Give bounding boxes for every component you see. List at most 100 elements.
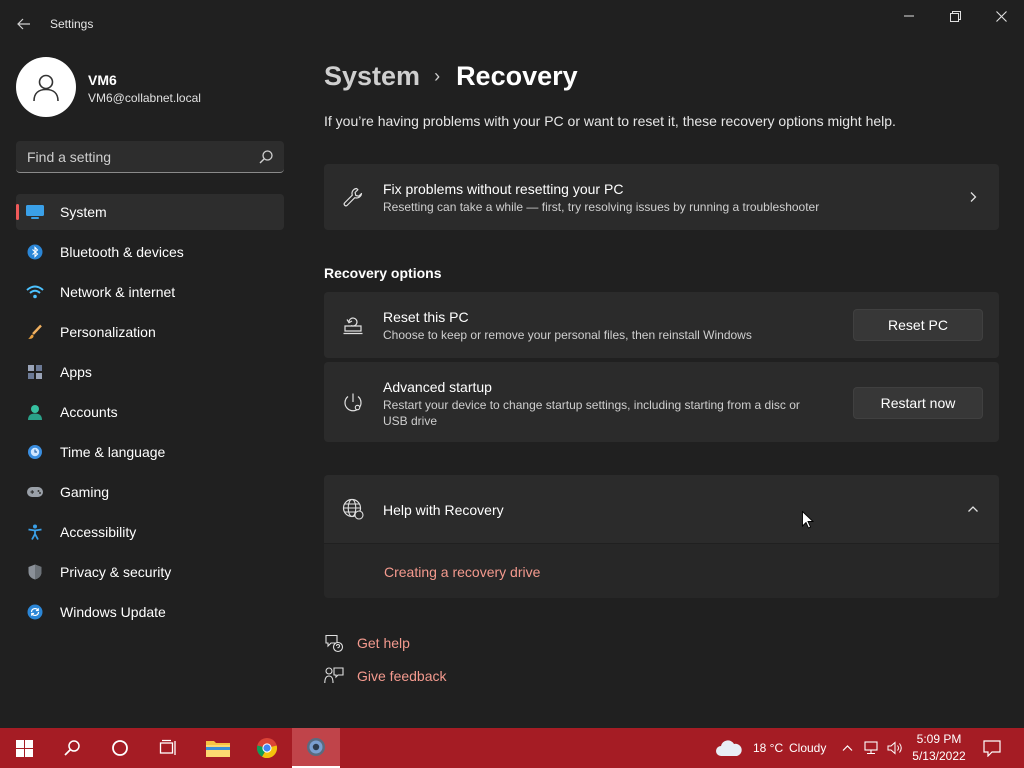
sidebar-item-label: Network & internet xyxy=(60,284,176,300)
back-arrow-icon xyxy=(17,18,30,30)
sidebar-item-network[interactable]: Network & internet xyxy=(16,274,284,310)
sidebar-item-accounts[interactable]: Accounts xyxy=(16,394,284,430)
help-with-recovery-header[interactable]: Help with Recovery xyxy=(324,475,999,543)
clock-globe-icon xyxy=(26,444,44,460)
brush-icon xyxy=(26,324,44,340)
creating-recovery-drive-link[interactable]: Creating a recovery drive xyxy=(384,564,540,580)
shield-icon xyxy=(26,564,44,580)
cloud-icon xyxy=(716,740,742,756)
breadcrumb: System › Recovery xyxy=(324,58,578,94)
page-description: If you’re having problems with your PC o… xyxy=(324,113,896,129)
profile-email: VM6@collabnet.local xyxy=(88,91,201,105)
fix-problems-title: Fix problems without resetting your PC xyxy=(383,181,624,197)
chrome-button[interactable] xyxy=(243,728,291,768)
fix-problems-card[interactable]: Fix problems without resetting your PC R… xyxy=(324,164,999,230)
minimize-icon xyxy=(904,15,914,17)
advanced-startup-title: Advanced startup xyxy=(383,379,492,395)
restore-icon xyxy=(949,10,961,22)
weather-button[interactable] xyxy=(705,728,753,768)
maximize-button[interactable] xyxy=(932,0,978,32)
sidebar-item-gaming[interactable]: Gaming xyxy=(16,474,284,510)
sidebar-item-label: Apps xyxy=(60,364,92,380)
search-icon xyxy=(64,740,80,756)
sidebar-item-label: Time & language xyxy=(60,444,166,460)
speaker-icon xyxy=(887,741,902,755)
advanced-startup-subtitle-2: USB drive xyxy=(383,414,438,428)
cortana-button[interactable] xyxy=(96,728,144,768)
show-hidden-icons-button[interactable] xyxy=(838,728,856,768)
breadcrumb-separator: › xyxy=(434,65,441,86)
notification-icon xyxy=(983,739,1001,757)
sidebar-item-label: Privacy & security xyxy=(60,564,172,580)
give-feedback-icon xyxy=(324,667,344,684)
sidebar-item-time-language[interactable]: Time & language xyxy=(16,434,284,470)
sidebar-item-bluetooth[interactable]: Bluetooth & devices xyxy=(16,234,284,270)
sidebar-item-apps[interactable]: Apps xyxy=(16,354,284,390)
taskbar-clock[interactable]: 5:09 PM 5/13/2022 xyxy=(910,731,968,765)
minimize-button[interactable] xyxy=(886,0,932,32)
get-help-icon xyxy=(325,634,344,653)
folder-icon xyxy=(206,741,230,757)
reset-pc-card: Reset this PC Choose to keep or remove y… xyxy=(324,292,999,358)
cortana-circle-icon xyxy=(112,740,128,756)
title-bar: Settings xyxy=(0,0,1024,48)
fix-problems-subtitle: Resetting can take a while — first, try … xyxy=(383,200,820,214)
sidebar-item-windows-update[interactable]: Windows Update xyxy=(16,594,284,630)
sidebar-item-system[interactable]: System xyxy=(16,194,284,230)
task-view-button[interactable] xyxy=(144,728,192,768)
sidebar-item-label: Bluetooth & devices xyxy=(60,244,184,260)
user-profile[interactable]: VM6 VM6@collabnet.local xyxy=(16,57,286,117)
get-help-link[interactable]: Get help xyxy=(357,635,410,651)
close-button[interactable] xyxy=(978,0,1024,32)
clock-date: 5/13/2022 xyxy=(912,749,966,763)
sidebar-nav: System Bluetooth & devices Network & int… xyxy=(16,194,284,634)
wifi-icon xyxy=(26,284,44,300)
user-icon xyxy=(33,74,59,102)
file-explorer-button[interactable] xyxy=(194,728,242,768)
weather-condition[interactable]: Cloudy xyxy=(789,728,826,768)
reset-pc-button[interactable]: Reset PC xyxy=(853,309,983,341)
give-feedback-row[interactable]: Give feedback xyxy=(324,666,447,686)
start-button[interactable] xyxy=(0,728,48,768)
sidebar-item-privacy-security[interactable]: Privacy & security xyxy=(16,554,284,590)
settings-taskbar-button[interactable] xyxy=(292,728,340,768)
notifications-button[interactable] xyxy=(972,728,1012,768)
search-icon[interactable] xyxy=(258,149,274,165)
sidebar-item-personalization[interactable]: Personalization xyxy=(16,314,284,350)
accessibility-icon xyxy=(26,524,44,540)
sidebar-item-label: Windows Update xyxy=(60,604,166,620)
taskbar-search-button[interactable] xyxy=(48,728,96,768)
weather-temperature[interactable]: 18 °C xyxy=(753,728,783,768)
settings-gear-icon xyxy=(307,738,325,756)
sidebar-item-label: System xyxy=(60,204,107,220)
sidebar-item-accessibility[interactable]: Accessibility xyxy=(16,514,284,550)
advanced-startup-card: Advanced startup Restart your device to … xyxy=(324,362,999,442)
network-icon xyxy=(864,741,878,755)
reset-pc-title: Reset this PC xyxy=(383,309,469,325)
search-box[interactable] xyxy=(16,141,284,173)
sidebar-item-label: Accounts xyxy=(60,404,118,420)
help-with-recovery-title: Help with Recovery xyxy=(383,502,504,518)
sidebar-item-label: Gaming xyxy=(60,484,110,500)
profile-name: VM6 xyxy=(88,72,117,88)
accounts-icon xyxy=(26,404,44,420)
network-tray-button[interactable] xyxy=(860,728,882,768)
volume-tray-button[interactable] xyxy=(884,728,906,768)
wrench-icon xyxy=(343,187,363,207)
sidebar-item-label: Accessibility xyxy=(60,524,137,540)
app-title: Settings xyxy=(50,17,94,31)
update-icon xyxy=(26,604,44,620)
restart-now-button[interactable]: Restart now xyxy=(853,387,983,419)
get-help-row[interactable]: Get help xyxy=(324,633,410,653)
help-with-recovery-content: Creating a recovery drive xyxy=(324,544,999,598)
avatar xyxy=(16,57,76,117)
back-button[interactable] xyxy=(10,12,38,36)
chrome-icon xyxy=(256,738,278,759)
advanced-startup-icon xyxy=(344,393,362,412)
chevron-up-icon[interactable] xyxy=(967,503,979,515)
clock-time: 5:09 PM xyxy=(916,732,962,746)
search-input[interactable] xyxy=(16,141,246,172)
breadcrumb-parent[interactable]: System xyxy=(324,61,420,92)
give-feedback-link[interactable]: Give feedback xyxy=(357,668,447,684)
globe-help-icon xyxy=(342,498,364,520)
